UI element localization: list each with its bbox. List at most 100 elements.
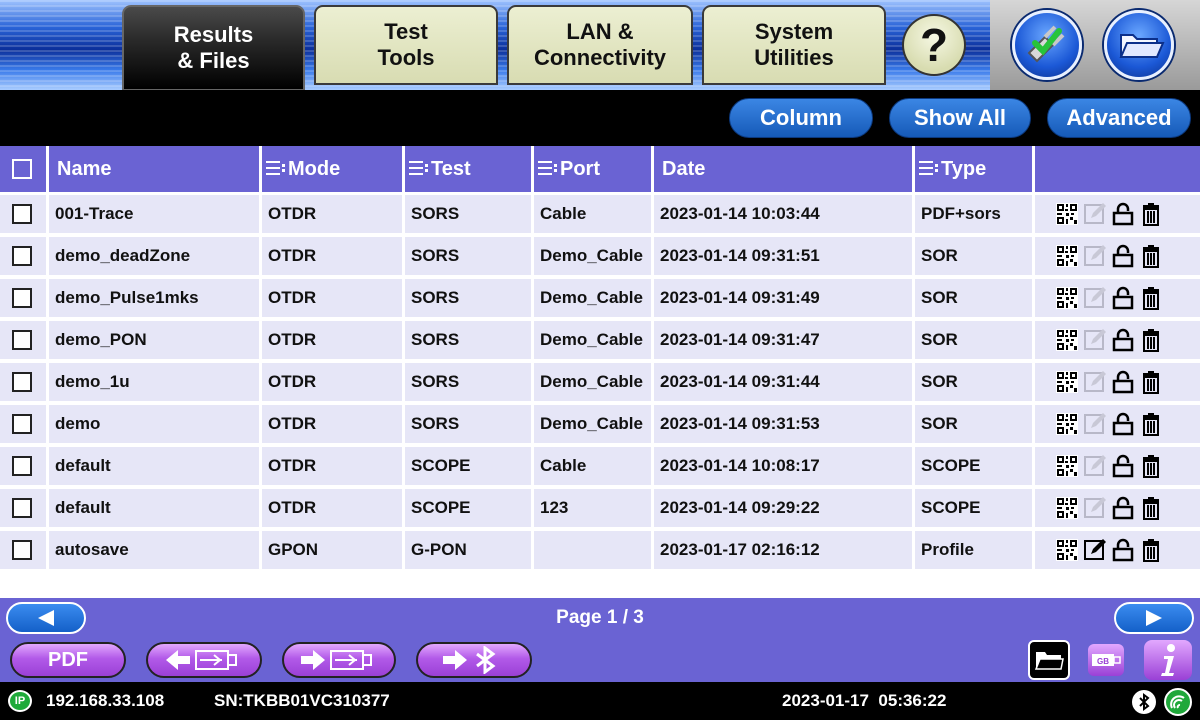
- lock-icon[interactable]: [1111, 496, 1135, 520]
- cell-date: 2023-01-14 10:03:44: [654, 195, 912, 233]
- cell-name[interactable]: demo_PON: [49, 321, 259, 359]
- tab-lan-connectivity[interactable]: LAN & Connectivity: [507, 5, 693, 85]
- trash-icon[interactable]: [1139, 328, 1163, 352]
- trash-icon[interactable]: [1139, 370, 1163, 394]
- row-actions-cell: [1035, 489, 1200, 527]
- column-header-date[interactable]: Date: [654, 146, 912, 192]
- cell-name-text: default: [55, 456, 111, 475]
- tab-system-utilities[interactable]: System Utilities: [702, 5, 886, 85]
- row-checkbox[interactable]: [12, 456, 32, 476]
- cell-date: 2023-01-14 09:31:53: [654, 405, 912, 443]
- cell-name[interactable]: autosave: [49, 531, 259, 569]
- next-page-button[interactable]: [1114, 602, 1194, 634]
- qr-code-icon[interactable]: [1055, 454, 1079, 478]
- row-actions: [1041, 244, 1163, 268]
- info-button[interactable]: [1144, 640, 1192, 680]
- cell-type: SOR: [915, 321, 1032, 359]
- column-header-name[interactable]: Name: [49, 146, 259, 192]
- trash-icon[interactable]: [1139, 412, 1163, 436]
- cell-date-text: 2023-01-17 02:16:12: [660, 540, 820, 559]
- cell-name[interactable]: demo_deadZone: [49, 237, 259, 275]
- row-checkbox[interactable]: [12, 414, 32, 434]
- storage-folder-button[interactable]: [1028, 640, 1070, 680]
- column-header-test-label: Test: [431, 157, 471, 180]
- folder-icon: [1034, 652, 1064, 670]
- row-checkbox[interactable]: [12, 372, 32, 392]
- lock-icon[interactable]: [1111, 454, 1135, 478]
- cell-mode: OTDR: [262, 279, 402, 317]
- row-actions: [1041, 286, 1163, 310]
- cell-name[interactable]: demo_Pulse1mks: [49, 279, 259, 317]
- cell-test: SORS: [405, 237, 531, 275]
- cell-name-text: demo_deadZone: [55, 246, 191, 265]
- trash-icon[interactable]: [1139, 454, 1163, 478]
- column-header-mode[interactable]: Mode: [262, 146, 402, 192]
- row-checkbox[interactable]: [12, 330, 32, 350]
- cell-test: SORS: [405, 279, 531, 317]
- cell-date-text: 2023-01-14 09:31:44: [660, 372, 820, 391]
- qr-code-icon[interactable]: [1055, 244, 1079, 268]
- lock-icon[interactable]: [1111, 412, 1135, 436]
- row-checkbox[interactable]: [12, 288, 32, 308]
- lock-icon[interactable]: [1111, 370, 1135, 394]
- cell-name[interactable]: default: [49, 447, 259, 485]
- cell-date-text: 2023-01-14 09:29:22: [660, 498, 820, 517]
- trash-icon[interactable]: [1139, 538, 1163, 562]
- qr-code-icon[interactable]: [1055, 202, 1079, 226]
- show-all-button-label: Show All: [913, 105, 1007, 130]
- cell-type: SCOPE: [915, 489, 1032, 527]
- cell-test-text: SORS: [411, 414, 460, 433]
- connection-button[interactable]: [1012, 10, 1082, 80]
- bluetooth-status-icon: [1132, 690, 1156, 714]
- export-pdf-button[interactable]: PDF: [10, 642, 126, 678]
- row-checkbox[interactable]: [12, 204, 32, 224]
- advanced-button[interactable]: Advanced: [1047, 98, 1191, 138]
- column-header-type[interactable]: Type: [915, 146, 1032, 192]
- qr-code-icon[interactable]: [1055, 412, 1079, 436]
- cell-port-text: Demo_Cable: [540, 288, 643, 307]
- trash-icon[interactable]: [1139, 202, 1163, 226]
- export-pdf-label: PDF: [48, 648, 88, 671]
- cell-date: 2023-01-14 09:31:47: [654, 321, 912, 359]
- table-toolbar: Column Show All Advanced: [0, 90, 1200, 146]
- import-from-usb-button[interactable]: [146, 642, 262, 678]
- qr-code-icon[interactable]: [1055, 286, 1079, 310]
- show-all-button[interactable]: Show All: [889, 98, 1031, 138]
- send-bluetooth-button[interactable]: [416, 642, 532, 678]
- cell-name[interactable]: demo_1u: [49, 363, 259, 401]
- lock-icon[interactable]: [1111, 244, 1135, 268]
- storage-usb-button[interactable]: GB: [1088, 644, 1124, 676]
- trash-icon[interactable]: [1139, 244, 1163, 268]
- lock-icon[interactable]: [1111, 538, 1135, 562]
- select-all-checkbox[interactable]: [12, 159, 32, 179]
- column-header-port[interactable]: Port: [534, 146, 651, 192]
- row-actions-cell: [1035, 363, 1200, 401]
- file-browser-button[interactable]: [1104, 10, 1174, 80]
- lock-icon[interactable]: [1111, 328, 1135, 352]
- trash-icon[interactable]: [1139, 286, 1163, 310]
- cell-test-text: SORS: [411, 372, 460, 391]
- help-button[interactable]: ?: [902, 14, 966, 76]
- qr-code-icon[interactable]: [1055, 370, 1079, 394]
- cell-name[interactable]: 001-Trace: [49, 195, 259, 233]
- trash-icon[interactable]: [1139, 496, 1163, 520]
- qr-code-icon[interactable]: [1055, 538, 1079, 562]
- column-header-test[interactable]: Test: [405, 146, 531, 192]
- cell-mode-text: OTDR: [268, 456, 317, 475]
- lock-icon[interactable]: [1111, 286, 1135, 310]
- row-checkbox[interactable]: [12, 246, 32, 266]
- cell-type-text: PDF+sors: [921, 204, 1001, 223]
- cell-name[interactable]: default: [49, 489, 259, 527]
- export-to-usb-button[interactable]: [282, 642, 396, 678]
- tab-results-files[interactable]: Results & Files: [122, 5, 305, 91]
- qr-code-icon[interactable]: [1055, 496, 1079, 520]
- row-checkbox[interactable]: [12, 540, 32, 560]
- cell-name[interactable]: demo: [49, 405, 259, 443]
- lock-icon[interactable]: [1111, 202, 1135, 226]
- edit-icon[interactable]: [1083, 538, 1107, 562]
- row-checkbox[interactable]: [12, 498, 32, 518]
- qr-code-icon[interactable]: [1055, 328, 1079, 352]
- column-button[interactable]: Column: [729, 98, 873, 138]
- tab-test-tools[interactable]: Test Tools: [314, 5, 498, 85]
- cell-port: Demo_Cable: [534, 363, 651, 401]
